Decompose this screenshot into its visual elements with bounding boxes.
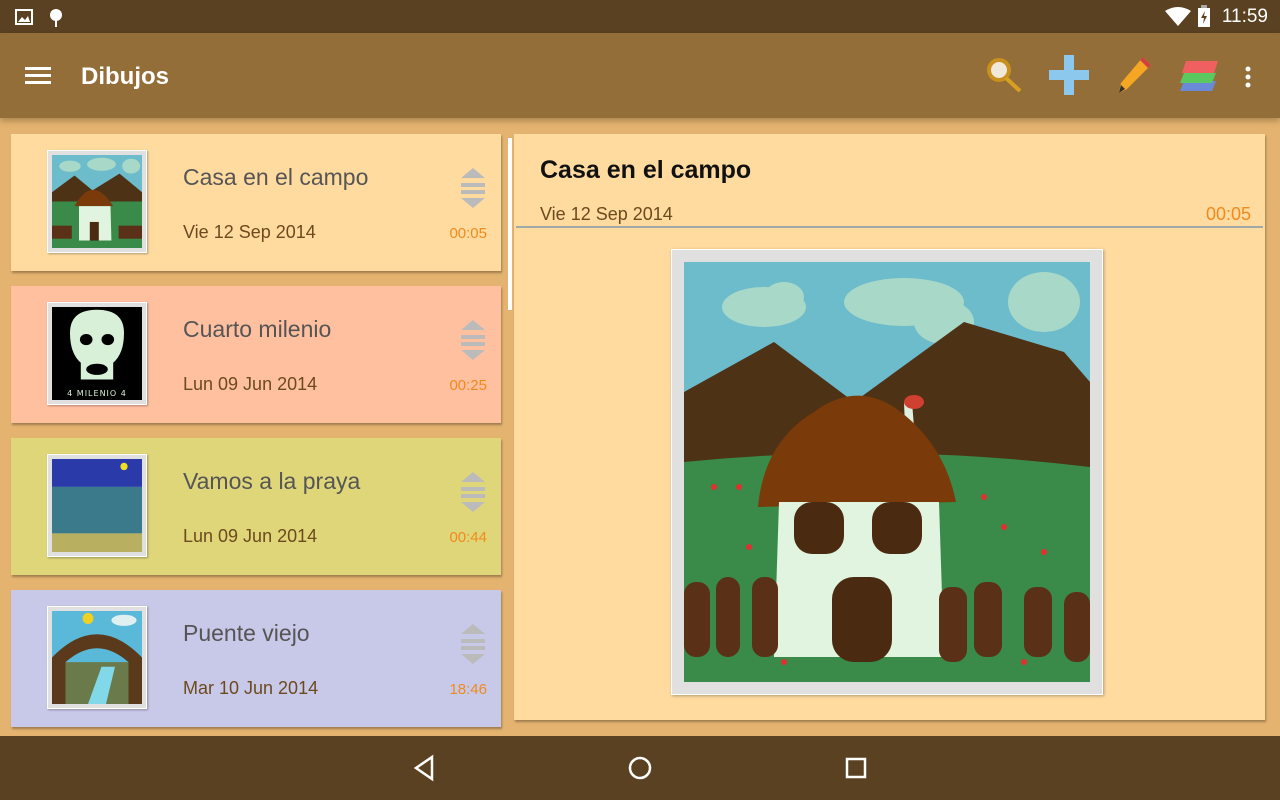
list-item[interactable]: Vamos a la praya Lun 09 Jun 2014 00:44: [11, 438, 501, 575]
battery-charging-icon: [1198, 5, 1210, 27]
item-title: Cuarto milenio: [183, 316, 332, 342]
search-icon[interactable]: [982, 53, 1026, 97]
thumbnail-caption: 4 MILENIO 4: [67, 389, 127, 398]
drag-handle-icon[interactable]: [459, 318, 487, 362]
item-time: 00:25: [449, 377, 487, 394]
drag-handle-icon[interactable]: [459, 622, 487, 666]
detail-panel: Casa en el campo Vie 12 Sep 2014 00:05: [514, 134, 1265, 720]
status-bar: 11:59: [0, 0, 1280, 33]
item-title: Puente viejo: [183, 620, 310, 646]
drawing-thumbnail: [47, 454, 147, 557]
item-title: Vamos a la praya: [183, 468, 361, 494]
detail-time: 00:05: [1205, 204, 1251, 224]
page-title: Dibujos: [81, 63, 169, 90]
item-date: Mar 10 Jun 2014: [183, 678, 319, 698]
list-item[interactable]: 4 MILENIO 4 Cuarto milenio Lun 09 Jun 20…: [11, 286, 501, 423]
item-date: Lun 09 Jun 2014: [183, 374, 318, 394]
drawing-preview[interactable]: [671, 249, 1103, 695]
recents-icon[interactable]: [844, 754, 868, 782]
app-toolbar: Dibujos: [0, 33, 1280, 118]
list-item[interactable]: Casa en el campo Vie 12 Sep 2014 00:05: [11, 134, 501, 271]
android-icon: [50, 9, 62, 27]
item-time: 18:46: [449, 681, 487, 698]
detail-date: Vie 12 Sep 2014: [540, 204, 673, 224]
list-scrollbar[interactable]: [508, 138, 512, 310]
item-title: Casa en el campo: [183, 164, 369, 190]
overflow-menu-icon[interactable]: [1244, 66, 1252, 88]
image-icon: [15, 9, 33, 25]
drawing-thumbnail: 4 MILENIO 4: [47, 302, 147, 405]
wifi-icon: [1165, 7, 1191, 26]
clock: 11:59: [1221, 6, 1268, 27]
drawing-thumbnail: [47, 150, 147, 253]
edit-pencil-icon[interactable]: [1113, 53, 1157, 97]
item-date: Vie 12 Sep 2014: [183, 222, 316, 242]
add-icon[interactable]: [1047, 53, 1091, 97]
layers-icon[interactable]: [1176, 53, 1220, 97]
list-item[interactable]: Puente viejo Mar 10 Jun 2014 18:46: [11, 590, 501, 727]
home-icon[interactable]: [627, 754, 653, 782]
detail-title: Casa en el campo: [540, 156, 752, 184]
drawing-thumbnail: [47, 606, 147, 709]
drag-handle-icon[interactable]: [459, 470, 487, 514]
drag-handle-icon[interactable]: [459, 166, 487, 210]
divider: [516, 226, 1263, 228]
menu-icon[interactable]: [25, 67, 51, 85]
item-time: 00:44: [449, 529, 487, 546]
system-nav-bar: [0, 736, 1280, 800]
item-time: 00:05: [449, 225, 487, 242]
item-date: Lun 09 Jun 2014: [183, 526, 318, 546]
back-icon[interactable]: [412, 754, 436, 782]
